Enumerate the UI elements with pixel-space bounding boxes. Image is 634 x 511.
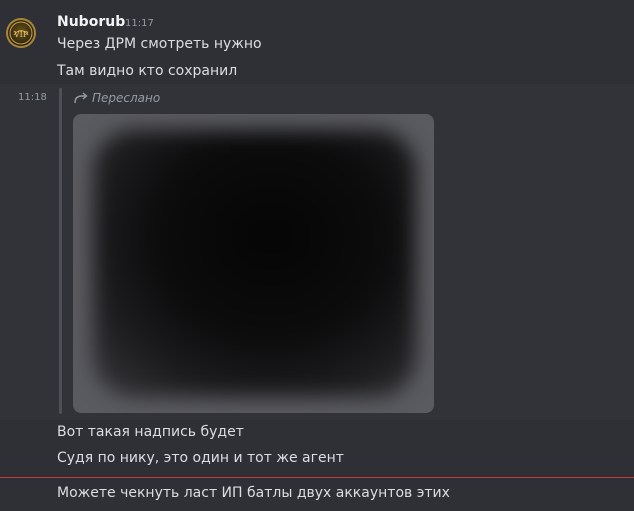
message-text: Можете чекнуть ласт ИП батлы двух аккаун…	[57, 485, 450, 501]
forwarded-image[interactable]	[73, 114, 434, 413]
message-text: Через ДРМ смотреть нужно	[57, 36, 262, 52]
message-timestamp[interactable]: 11:17	[125, 18, 154, 29]
message-text: Там видно кто сохранил	[57, 63, 238, 79]
author-name[interactable]: Nuborub	[57, 14, 125, 30]
svg-text:VIP: VIP	[13, 30, 29, 39]
forwarded-label: Переслано	[74, 91, 160, 105]
forward-arrow-icon	[74, 92, 88, 104]
forward-accent-bar	[59, 88, 62, 414]
message-text: Вот такая надпись будет	[57, 424, 244, 440]
user-avatar[interactable]: VIP	[6, 18, 36, 48]
blurred-image-content	[93, 130, 416, 397]
forward-timestamp[interactable]: 11:18	[18, 92, 47, 103]
message-text: Судя по нику, это один и тот же агент	[57, 450, 344, 466]
vip-avatar-icon: VIP	[9, 21, 33, 45]
forwarded-label-text: Переслано	[92, 91, 161, 105]
